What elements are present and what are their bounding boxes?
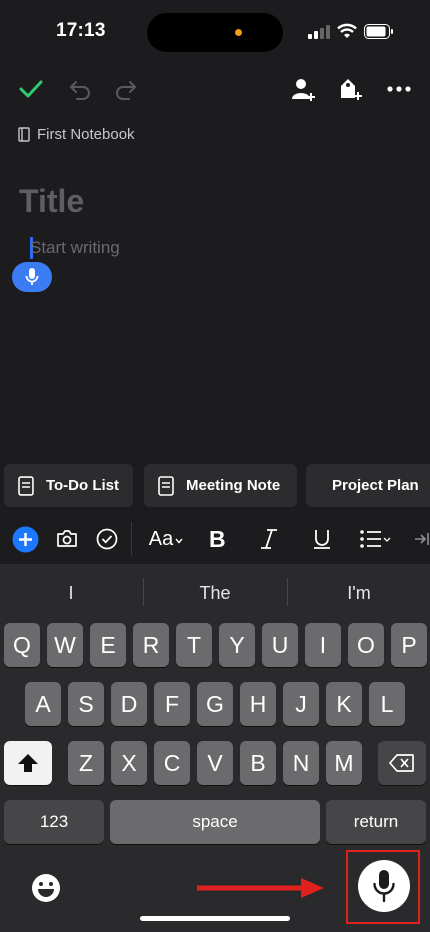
notebook-icon (18, 127, 30, 142)
indent-button[interactable] (412, 514, 430, 564)
return-key[interactable]: return (326, 800, 426, 844)
italic-icon (261, 529, 277, 549)
key-j[interactable]: J (283, 682, 319, 726)
dictation-bubble[interactable] (12, 262, 52, 292)
microphone-icon (25, 268, 39, 285)
body-field[interactable]: Start writing (30, 238, 120, 258)
key-x[interactable]: X (111, 741, 147, 785)
key-y[interactable]: Y (219, 623, 255, 667)
emoji-icon[interactable] (30, 872, 62, 904)
home-indicator (140, 916, 290, 921)
backspace-icon (389, 754, 414, 772)
key-m[interactable]: M (326, 741, 362, 785)
suggestion-1[interactable]: I (0, 578, 142, 608)
dictation-key[interactable] (358, 860, 410, 912)
checklist-button[interactable] (94, 514, 120, 564)
dynamic-island (147, 13, 283, 52)
battery-icon (364, 24, 393, 39)
list-icon (360, 530, 391, 548)
microphone-icon (373, 870, 395, 903)
insert-button[interactable] (11, 514, 39, 564)
template-icon (18, 475, 34, 496)
notebook-selector[interactable]: First Notebook (18, 126, 135, 143)
undo-icon[interactable] (66, 75, 94, 103)
check-circle-icon (96, 528, 118, 550)
template-todo-list[interactable]: To-Do List (4, 464, 133, 507)
key-o[interactable]: O (348, 623, 384, 667)
more-icon[interactable] (385, 75, 413, 103)
template-meeting-note[interactable]: Meeting Note (144, 464, 297, 507)
redo-icon[interactable] (112, 75, 140, 103)
space-key[interactable]: space (110, 800, 320, 844)
key-r[interactable]: R (133, 623, 169, 667)
camera-button[interactable] (54, 514, 80, 564)
key-v[interactable]: V (197, 741, 233, 785)
status-time: 17:13 (56, 20, 106, 41)
checkmark-icon[interactable] (17, 75, 45, 103)
key-i[interactable]: I (305, 623, 341, 667)
add-person-icon[interactable] (290, 75, 318, 103)
suggestion-2[interactable]: The (144, 578, 286, 608)
template-label: Meeting Note (186, 477, 281, 494)
key-e[interactable]: E (90, 623, 126, 667)
delete-key[interactable] (378, 741, 426, 785)
camera-icon (57, 530, 77, 547)
template-icon (158, 475, 174, 496)
shift-icon (18, 754, 38, 772)
shift-key[interactable] (4, 741, 52, 785)
text-style-button[interactable]: Aa (146, 514, 186, 564)
key-b[interactable]: B (240, 741, 276, 785)
key-u[interactable]: U (262, 623, 298, 667)
chevron-down-icon (175, 538, 183, 544)
svg-text:B: B (209, 528, 226, 550)
text-style-label: Aa (148, 527, 174, 550)
key-g[interactable]: G (197, 682, 233, 726)
key-h[interactable]: H (240, 682, 276, 726)
list-button[interactable] (358, 514, 392, 564)
key-l[interactable]: L (369, 682, 405, 726)
indent-icon (415, 533, 429, 545)
key-w[interactable]: W (47, 623, 83, 667)
underline-icon (314, 530, 330, 549)
notebook-name: First Notebook (37, 126, 135, 143)
key-z[interactable]: Z (68, 741, 104, 785)
template-label: Project Plan (332, 477, 419, 494)
plus-icon (12, 526, 38, 552)
template-project-plan[interactable]: Project Plan (306, 464, 430, 507)
add-tag-icon[interactable] (337, 75, 365, 103)
underline-button[interactable] (309, 514, 335, 564)
format-divider (131, 522, 132, 556)
bold-button[interactable]: B (204, 514, 230, 564)
suggestion-3[interactable]: I'm (288, 578, 430, 608)
bold-icon: B (209, 528, 226, 550)
italic-button[interactable] (256, 514, 282, 564)
key-q[interactable]: Q (4, 623, 40, 667)
key-t[interactable]: T (176, 623, 212, 667)
key-f[interactable]: F (154, 682, 190, 726)
key-n[interactable]: N (283, 741, 319, 785)
key-s[interactable]: S (68, 682, 104, 726)
privacy-indicator (235, 29, 242, 36)
numbers-key[interactable]: 123 (4, 800, 104, 844)
red-arrow-annotation (197, 878, 324, 898)
key-c[interactable]: C (154, 741, 190, 785)
key-d[interactable]: D (111, 682, 147, 726)
key-p[interactable]: P (391, 623, 427, 667)
template-label: To-Do List (45, 477, 119, 494)
wifi-icon (337, 23, 357, 38)
key-a[interactable]: A (25, 682, 61, 726)
cellular-signal-icon (308, 25, 330, 39)
title-field[interactable]: Title (19, 183, 84, 220)
key-k[interactable]: K (326, 682, 362, 726)
